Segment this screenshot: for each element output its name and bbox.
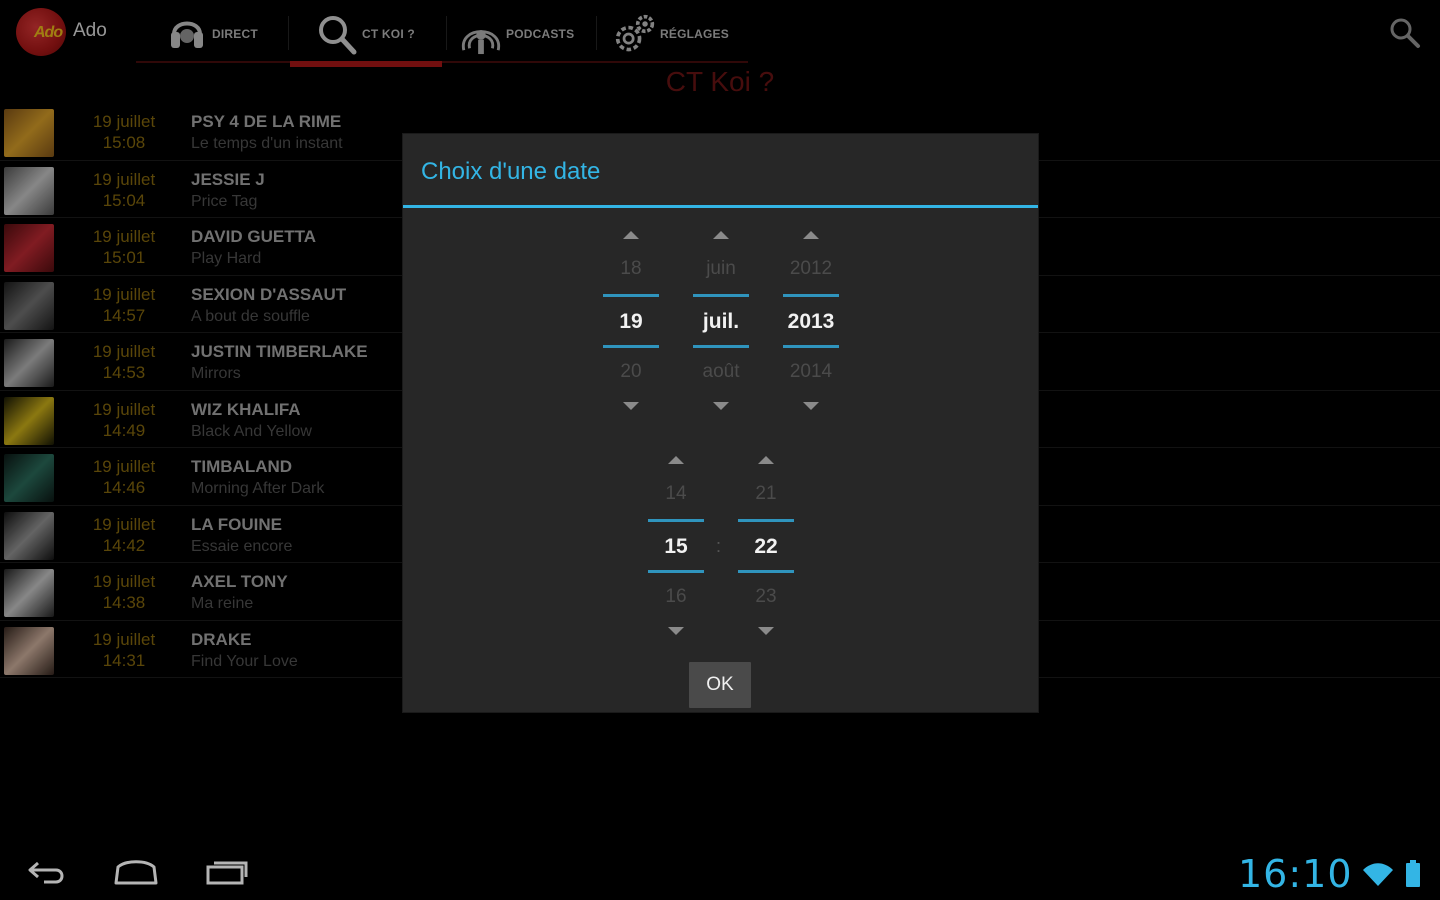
chevron-up-icon [758,456,774,464]
recent-apps-button[interactable] [196,854,256,890]
minute-previous-value[interactable]: 21 [728,483,804,505]
chevron-up-icon [623,231,639,239]
month-decrement-button[interactable] [693,397,749,417]
month-selection-line-bottom [693,345,749,348]
hour-increment-button[interactable] [648,449,704,469]
minute-next-value[interactable]: 23 [728,586,804,608]
hour-next-value[interactable]: 16 [638,586,714,608]
chevron-up-icon [803,231,819,239]
month-current-value[interactable]: juil. [683,310,759,334]
month-next-value[interactable]: août [683,361,759,383]
minute-selection-line-bottom [738,570,794,573]
month-previous-value[interactable]: juin [683,258,759,280]
year-selection-line-bottom [783,345,839,348]
day-previous-value[interactable]: 18 [593,258,669,280]
day-increment-button[interactable] [603,224,659,244]
system-navigation-bar [0,840,1440,900]
dialog-title: Choix d'une date [421,158,601,185]
back-arrow-icon [28,861,64,884]
time-separator: : [716,536,722,556]
day-selection-line-top [603,294,659,297]
year-decrement-button[interactable] [783,397,839,417]
hour-decrement-button[interactable] [648,622,704,642]
hour-previous-value[interactable]: 14 [638,483,714,505]
recent-apps-icon [206,861,248,885]
year-next-value[interactable]: 2014 [773,361,849,383]
minute-decrement-button[interactable] [738,622,794,642]
day-selection-line-bottom [603,345,659,348]
year-previous-value[interactable]: 2012 [773,258,849,280]
month-selection-line-top [693,294,749,297]
minute-current-value[interactable]: 22 [728,535,804,559]
day-current-value[interactable]: 19 [593,310,669,334]
battery-icon [1406,860,1420,887]
year-increment-button[interactable] [783,224,839,244]
minute-increment-button[interactable] [738,449,794,469]
status-clock: 16:10 [1238,852,1353,896]
back-button[interactable] [16,854,76,890]
home-button[interactable] [106,854,166,890]
home-icon [114,860,158,885]
chevron-down-icon [758,627,774,635]
minute-selection-line-top [738,519,794,522]
chevron-down-icon [803,402,819,410]
chevron-down-icon [713,402,729,410]
date-picker-dialog: Choix d'une date 18 19 20 juin juil. aoû… [403,134,1038,712]
hour-current-value[interactable]: 15 [638,535,714,559]
ok-button[interactable]: OK [689,662,751,708]
hour-selection-line-top [648,519,704,522]
year-current-value[interactable]: 2013 [773,310,849,334]
month-increment-button[interactable] [693,224,749,244]
chevron-down-icon [668,627,684,635]
hour-selection-line-bottom [648,570,704,573]
day-next-value[interactable]: 20 [593,361,669,383]
year-selection-line-top [783,294,839,297]
chevron-down-icon [623,402,639,410]
chevron-up-icon [713,231,729,239]
wifi-icon [1363,863,1393,886]
chevron-up-icon [668,456,684,464]
dialog-title-divider [403,205,1038,208]
day-decrement-button[interactable] [603,397,659,417]
